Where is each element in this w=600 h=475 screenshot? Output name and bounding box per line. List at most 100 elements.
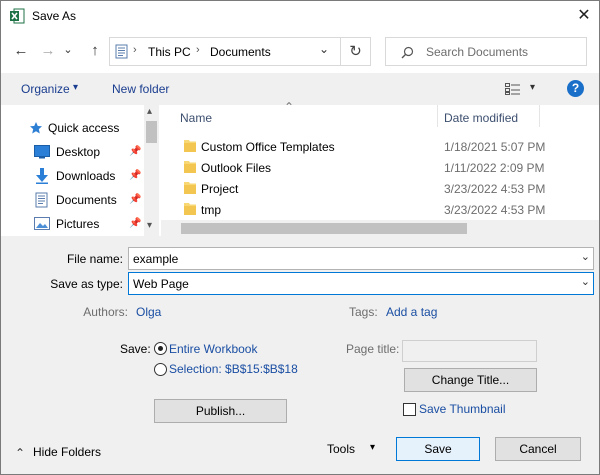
view-dropdown-icon[interactable]: ▾ <box>530 82 535 93</box>
excel-icon <box>10 8 25 24</box>
search-input[interactable]: Search Documents <box>426 45 528 59</box>
file-date: 3/23/2022 4:53 PM <box>444 182 546 196</box>
navigation-scroll-thumb[interactable] <box>146 121 157 143</box>
sidebar-item-label: Desktop <box>56 145 101 159</box>
documents-icon <box>35 192 48 208</box>
save-as-dialog: Save As ✕ ← → ⌄ ↑ › This PC › Documents … <box>0 0 600 475</box>
download-arrow-icon <box>36 168 48 184</box>
authors-value[interactable]: Olga <box>136 305 161 319</box>
file-list-scroll-thumb[interactable] <box>181 223 467 234</box>
chevron-down-icon[interactable]: ⌄ <box>581 250 590 263</box>
file-row[interactable]: Project 3/23/2022 4:53 PM <box>181 178 599 199</box>
new-folder-button[interactable]: New folder <box>112 82 169 96</box>
column-header-name[interactable]: Name <box>180 111 212 125</box>
save-thumbnail-checkbox[interactable] <box>403 403 416 416</box>
folder-icon <box>184 161 196 173</box>
column-divider[interactable] <box>539 105 540 127</box>
scroll-up-icon[interactable]: ▴ <box>147 106 152 117</box>
file-name-value: example <box>133 252 179 266</box>
sidebar-item-downloads[interactable]: Downloads 📌 <box>1 165 145 189</box>
folder-icon <box>184 203 196 215</box>
tags-label: Tags: <box>349 305 378 319</box>
sidebar-item-documents[interactable]: Documents 📌 <box>1 189 145 213</box>
file-name: tmp <box>201 203 222 217</box>
pictures-icon <box>34 217 50 230</box>
search-icon <box>401 46 414 59</box>
page-title-label: Page title: <box>346 342 400 356</box>
tools-dropdown-icon[interactable]: ▾ <box>370 442 375 453</box>
change-title-button[interactable]: Change Title... <box>404 368 537 392</box>
pin-icon: 📌 <box>129 170 142 181</box>
authors-label: Authors: <box>83 305 128 319</box>
refresh-button[interactable]: ↻ <box>340 37 371 66</box>
address-dropdown-button[interactable]: ⌄ <box>319 42 329 56</box>
breadcrumb-this-pc[interactable]: This PC <box>148 45 191 59</box>
close-button[interactable]: ✕ <box>573 5 595 27</box>
sidebar-item-label: Documents <box>56 193 117 207</box>
star-icon <box>30 122 42 134</box>
tools-button[interactable]: Tools <box>327 442 355 456</box>
cancel-button[interactable]: Cancel <box>495 437 581 461</box>
file-date: 1/18/2021 5:07 PM <box>444 140 546 154</box>
radio-selection[interactable] <box>154 363 167 376</box>
documents-location-icon <box>115 44 128 59</box>
save-as-type-select[interactable]: Web Page ⌄ <box>128 272 594 295</box>
organize-arrow-icon[interactable]: ▾ <box>73 82 78 93</box>
radio-entire-workbook-label[interactable]: Entire Workbook <box>169 342 257 356</box>
file-name: Project <box>201 182 239 196</box>
hide-folders-icon[interactable]: ⌃ <box>15 446 25 460</box>
search-box[interactable]: Search Documents <box>385 37 587 66</box>
radio-selection-label[interactable]: Selection: $B$15:$B$18 <box>169 362 298 376</box>
file-row[interactable]: Outlook Files 1/11/2022 2:09 PM <box>181 157 599 178</box>
address-bar[interactable]: › This PC › Documents ⌄ <box>109 37 341 66</box>
help-icon[interactable]: ? <box>567 80 584 97</box>
desktop-icon <box>34 145 50 159</box>
publish-button[interactable]: Publish... <box>154 399 287 423</box>
save-thumbnail-label[interactable]: Save Thumbnail <box>419 402 506 416</box>
breadcrumb-separator: › <box>196 44 200 56</box>
sidebar-item-desktop[interactable]: Desktop 📌 <box>1 141 145 165</box>
hide-folders-button[interactable]: Hide Folders <box>33 445 101 459</box>
view-options-icon[interactable] <box>505 83 521 95</box>
pin-icon: 📌 <box>129 218 142 229</box>
up-button[interactable]: ↑ <box>84 40 106 62</box>
save-as-type-value: Web Page <box>133 277 189 291</box>
recent-locations-button[interactable]: ⌄ <box>61 39 75 61</box>
file-date: 1/11/2022 2:09 PM <box>444 161 545 175</box>
file-name: Outlook Files <box>201 161 272 175</box>
radio-entire-workbook[interactable] <box>154 342 167 355</box>
file-name-field[interactable]: example ⌄ <box>128 247 594 270</box>
sort-ascending-icon: ⌃ <box>284 100 295 114</box>
page-title-field <box>402 340 537 362</box>
sidebar-item-quick-access[interactable]: Quick access <box>1 117 145 141</box>
navigation-pane: Quick access Desktop 📌 Downloads 📌 Docum… <box>1 105 159 236</box>
forward-button[interactable]: → <box>37 40 59 62</box>
pin-icon: 📌 <box>129 194 142 205</box>
breadcrumb-separator: › <box>133 44 137 56</box>
scroll-down-icon[interactable]: ▾ <box>147 220 152 231</box>
column-divider[interactable] <box>437 105 438 127</box>
save-scope-label: Save: <box>120 342 151 356</box>
sidebar-item-label: Downloads <box>56 169 116 183</box>
save-button[interactable]: Save <box>396 437 480 461</box>
file-name: Custom Office Templates <box>201 140 335 154</box>
window-title: Save As <box>32 9 77 23</box>
chevron-down-icon[interactable]: ⌄ <box>581 275 590 288</box>
sidebar-item-label: Pictures <box>56 217 100 231</box>
folder-icon <box>184 182 196 194</box>
file-name-label: File name: <box>66 252 123 266</box>
file-row[interactable]: tmp 3/23/2022 4:53 PM <box>181 199 599 217</box>
file-date: 3/23/2022 4:53 PM <box>444 203 546 217</box>
sidebar-item-label: Quick access <box>48 121 120 135</box>
organize-button[interactable]: Organize <box>21 82 70 96</box>
command-bar: Organize ▾ New folder ▾ ? <box>1 73 599 105</box>
save-as-type-label: Save as type: <box>50 277 123 291</box>
file-row[interactable]: Custom Office Templates 1/18/2021 5:07 P… <box>181 136 599 157</box>
title-bar: Save As ✕ <box>1 1 599 31</box>
back-button[interactable]: ← <box>10 40 32 62</box>
add-tag-link[interactable]: Add a tag <box>386 305 437 319</box>
pin-icon: 📌 <box>129 146 142 157</box>
breadcrumb-documents[interactable]: Documents <box>210 45 271 59</box>
column-header-date[interactable]: Date modified <box>444 111 518 125</box>
sidebar-item-pictures[interactable]: Pictures 📌 <box>1 213 145 237</box>
